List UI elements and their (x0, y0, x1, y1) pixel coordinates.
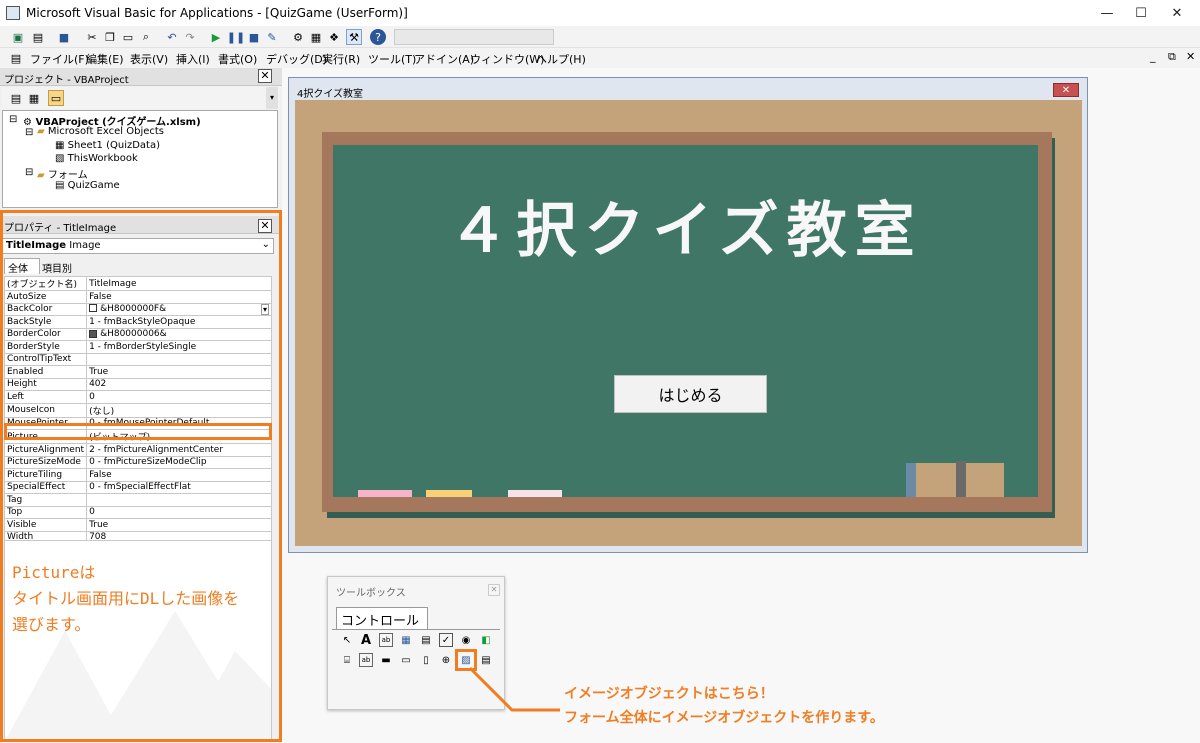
annotation-connector (468, 666, 560, 712)
right-annotation: イメージオブジェクトはこちら！ フォーム全体にイメージオブジェクトを作ります。 (564, 682, 884, 730)
annotation-line: フォーム全体にイメージオブジェクトを作ります。 (564, 710, 884, 726)
annotation-line: イメージオブジェクトはこちら！ (564, 686, 774, 702)
